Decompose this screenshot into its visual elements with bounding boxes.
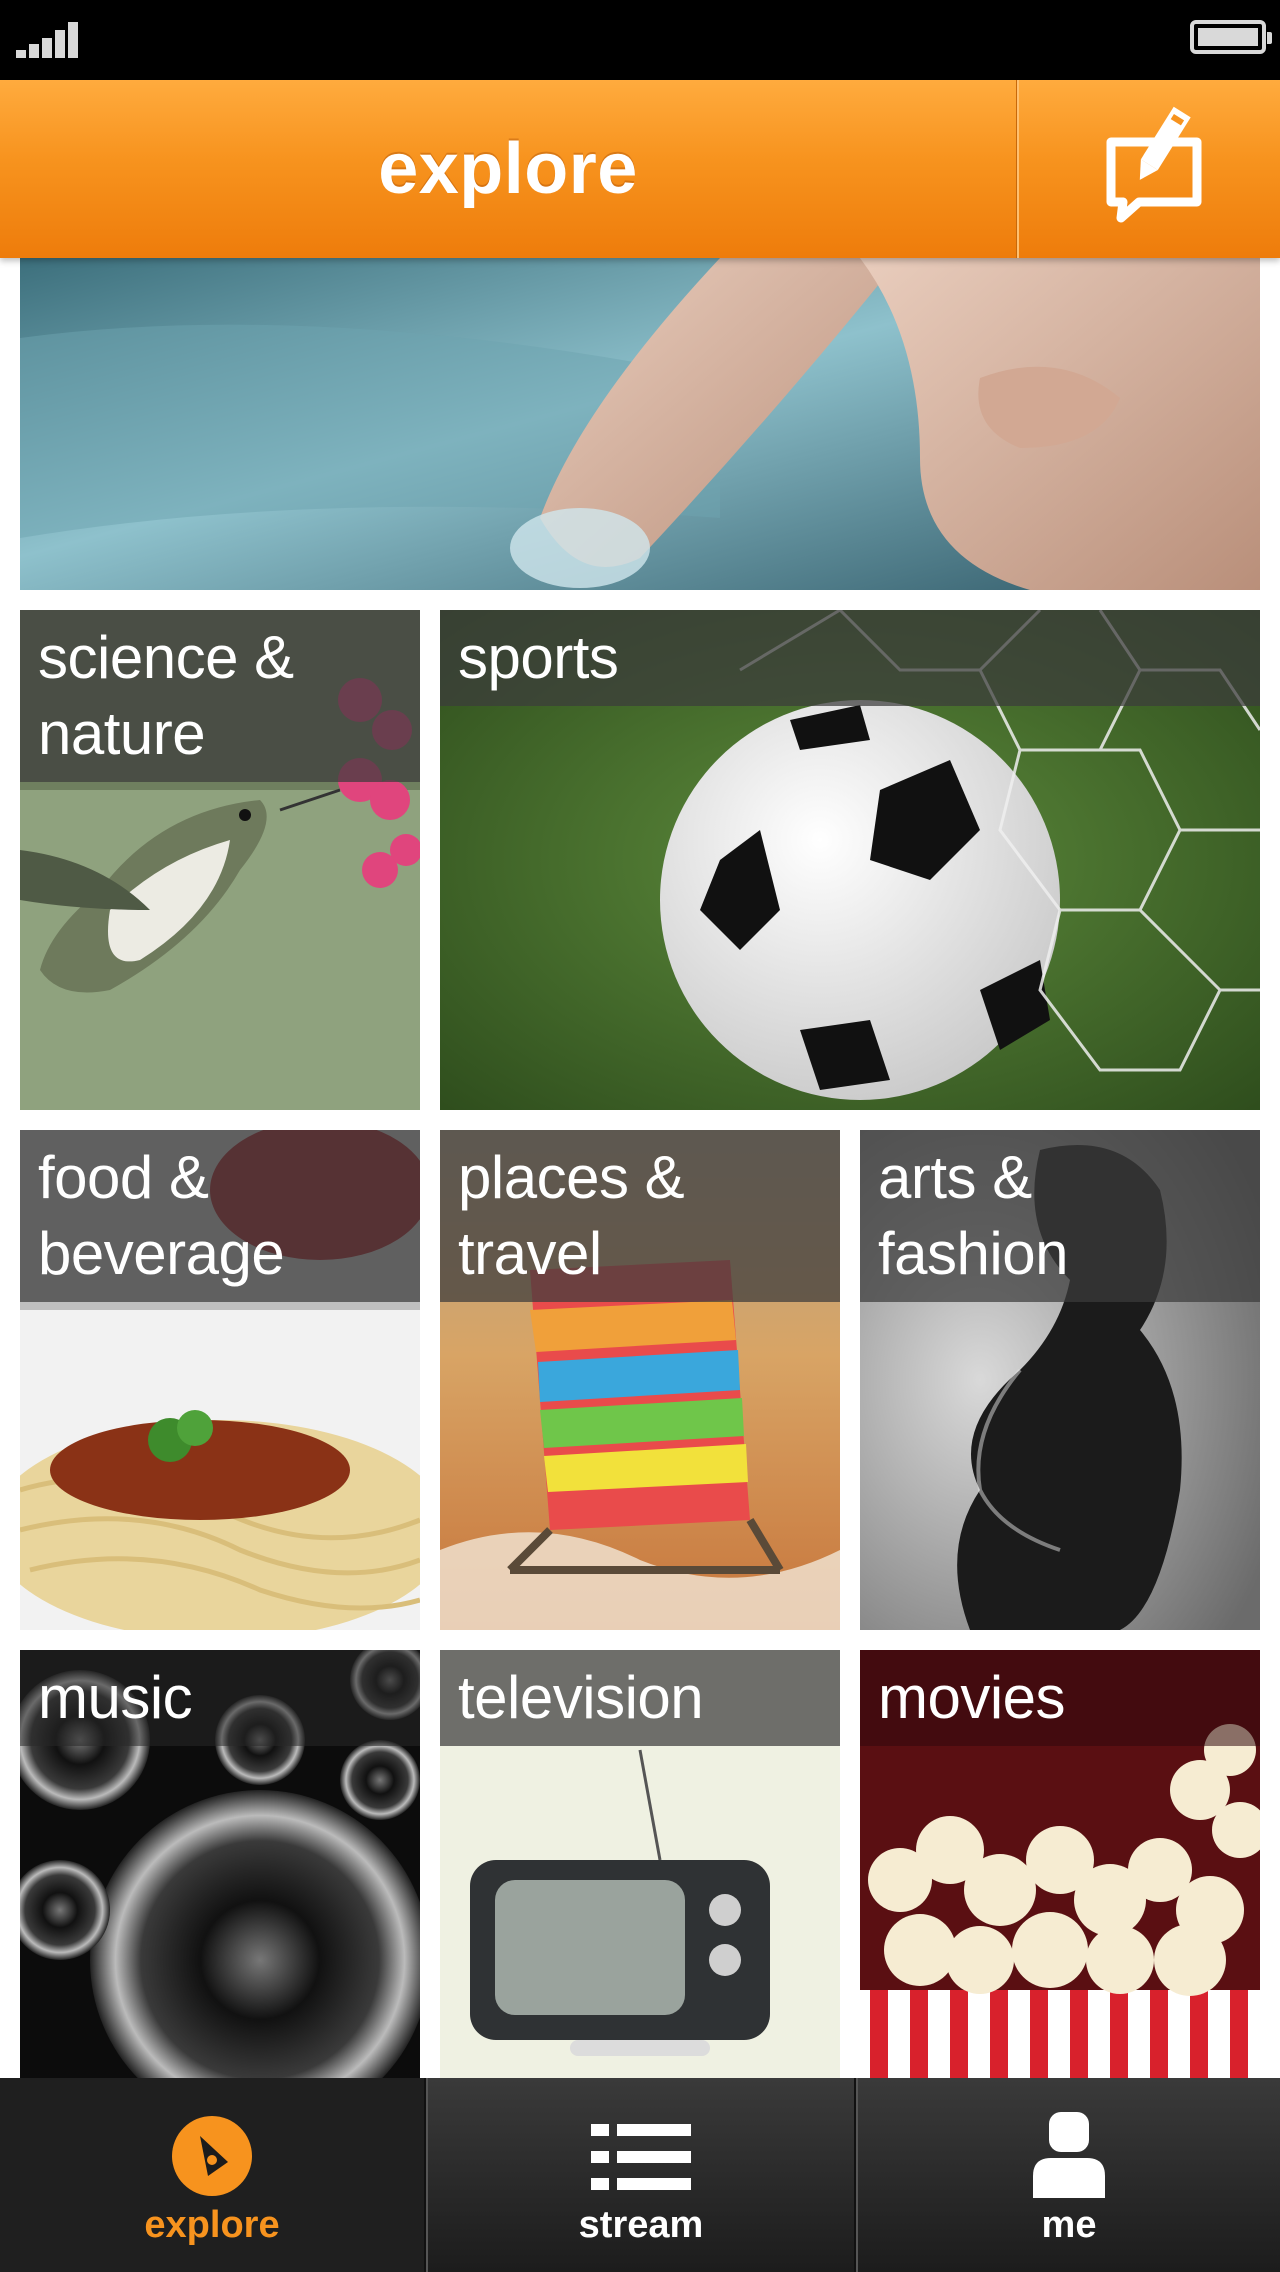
signal-strength-icon: [16, 18, 96, 58]
page-title: explore: [378, 129, 638, 209]
bottom-nav: explore stream me: [0, 2078, 1280, 2272]
hero-banner[interactable]: [20, 258, 1260, 590]
nav-item-me[interactable]: me: [858, 2078, 1280, 2272]
category-label: science & nature: [20, 610, 420, 782]
category-label: arts & fashion: [860, 1130, 1260, 1302]
nav-item-explore[interactable]: explore: [0, 2078, 424, 2272]
app-header: explore: [0, 80, 1280, 258]
category-tile-movies[interactable]: movies: [860, 1650, 1260, 2080]
app-root: explore science & nature sports food & b…: [0, 0, 1280, 2272]
category-label: sports: [440, 610, 1260, 706]
status-bar: [0, 0, 1280, 80]
compose-button[interactable]: [1019, 80, 1280, 258]
list-icon: [591, 2124, 691, 2190]
battery-icon: [1190, 20, 1272, 54]
category-tile-places-travel[interactable]: places & travel: [440, 1130, 840, 1630]
category-label: places & travel: [440, 1130, 840, 1302]
category-tile-arts-fashion[interactable]: arts & fashion: [860, 1130, 1260, 1630]
category-label: movies: [860, 1650, 1260, 1746]
category-label: television: [440, 1650, 840, 1746]
category-tile-television[interactable]: television: [440, 1650, 840, 2080]
nav-label: me: [1041, 2204, 1097, 2246]
nav-label: stream: [578, 2204, 704, 2246]
person-icon: [1033, 2112, 1105, 2198]
category-tile-sports[interactable]: sports: [440, 610, 1260, 1110]
category-label: food & beverage: [20, 1130, 420, 1302]
banner-image: [20, 258, 1260, 590]
category-label: music: [20, 1650, 420, 1746]
category-tile-music[interactable]: music: [20, 1650, 420, 2080]
nav-item-stream[interactable]: stream: [428, 2078, 854, 2272]
compose-bubble-pencil-icon: [1106, 106, 1202, 223]
category-tile-food-beverage[interactable]: food & beverage: [20, 1130, 420, 1630]
nav-label: explore: [144, 2204, 280, 2246]
compass-icon: [172, 2116, 252, 2196]
category-tile-science-nature[interactable]: science & nature: [20, 610, 420, 1110]
